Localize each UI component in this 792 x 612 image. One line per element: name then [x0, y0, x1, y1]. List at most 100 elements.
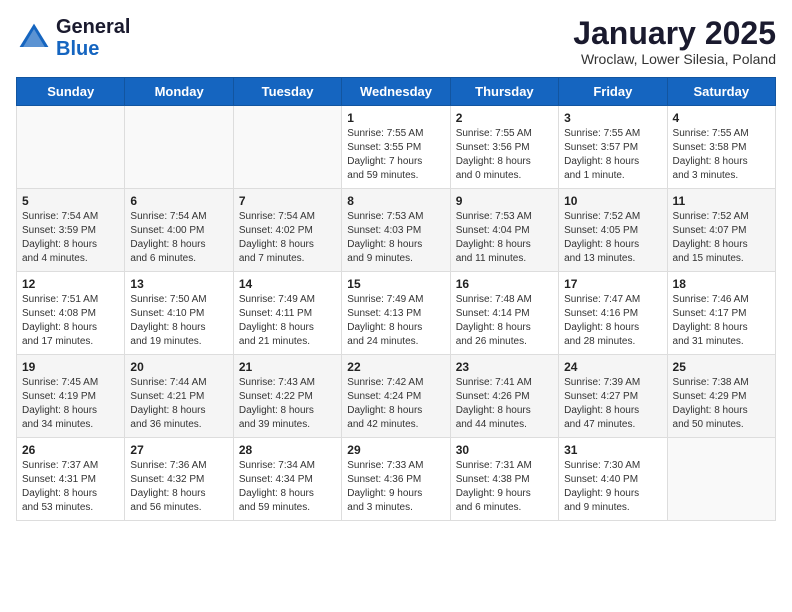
day-info: Sunrise: 7:55 AMSunset: 3:55 PMDaylight:… [347, 127, 444, 183]
calendar-cell: 20 Sunrise: 7:44 AMSunset: 4:21 PMDayligh… [125, 355, 233, 438]
weekday-header-tuesday: Tuesday [233, 78, 341, 106]
calendar-cell: 10 Sunrise: 7:52 AMSunset: 4:05 PMDayligh… [559, 189, 667, 272]
calendar-cell: 7 Sunrise: 7:54 AMSunset: 4:02 PMDaylight… [233, 189, 341, 272]
day-info: Sunrise: 7:55 AMSunset: 3:56 PMDaylight:… [456, 127, 553, 183]
day-number: 25 [673, 360, 770, 374]
calendar-cell: 6Sunrise: 7:54 AMSunset: 4:00 PMDaylight… [125, 189, 233, 272]
calendar-cell: 18 Sunrise: 7:46 AMSunset: 4:17 PMDayligh… [667, 272, 775, 355]
calendar-cell: 23Sunrise: 7:41 AMSunset: 4:26 PMDayligh… [450, 355, 558, 438]
day-info: Sunrise: 7:55 AMSunset: 3:58 PMDaylight:… [673, 127, 770, 183]
calendar-cell: 2 Sunrise: 7:55 AMSunset: 3:56 PMDaylight… [450, 106, 558, 189]
day-info: Sunrise: 7:44 AMSunset: 4:21 PMDaylight:… [130, 376, 227, 432]
day-info: Sunrise: 7:51 AMSunset: 4:08 PMDaylight:… [22, 293, 119, 349]
calendar-cell: 8 Sunrise: 7:53 AMSunset: 4:03 PMDaylight… [342, 189, 450, 272]
calendar-cell: 14 Sunrise: 7:49 AMSunset: 4:11 PMDayligh… [233, 272, 341, 355]
day-number: 20 [130, 360, 227, 374]
calendar-cell: 24Sunrise: 7:39 AMSunset: 4:27 PMDayligh… [559, 355, 667, 438]
calendar-cell [667, 438, 775, 521]
calendar-week-2: 5 Sunrise: 7:54 AMSunset: 3:59 PMDaylight… [17, 189, 776, 272]
day-number: 2 [456, 111, 553, 125]
page-header: General Blue January 2025 Wroclaw, Lower… [16, 16, 776, 67]
day-info: Sunrise: 7:53 AMSunset: 4:03 PMDaylight:… [347, 210, 444, 266]
day-number: 22 [347, 360, 444, 374]
day-info: Sunrise: 7:30 AMSunset: 4:40 PMDaylight:… [564, 459, 661, 515]
calendar-cell: 1Sunrise: 7:55 AMSunset: 3:55 PMDaylight… [342, 106, 450, 189]
day-number: 6 [130, 194, 227, 208]
calendar-cell: 22 Sunrise: 7:42 AMSunset: 4:24 PMDayligh… [342, 355, 450, 438]
calendar-cell: 27 Sunrise: 7:36 AMSunset: 4:32 PMDayligh… [125, 438, 233, 521]
day-number: 11 [673, 194, 770, 208]
day-info: Sunrise: 7:31 AMSunset: 4:38 PMDaylight:… [456, 459, 553, 515]
day-number: 28 [239, 443, 336, 457]
day-number: 3 [564, 111, 661, 125]
calendar-cell [125, 106, 233, 189]
day-number: 24 [564, 360, 661, 374]
calendar-week-4: 19 Sunrise: 7:45 AMSunset: 4:19 PMDayligh… [17, 355, 776, 438]
calendar-cell [17, 106, 125, 189]
day-info: Sunrise: 7:55 AMSunset: 3:57 PMDaylight:… [564, 127, 661, 183]
calendar-cell: 30Sunrise: 7:31 AMSunset: 4:38 PMDayligh… [450, 438, 558, 521]
day-number: 18 [673, 277, 770, 291]
calendar-week-3: 12 Sunrise: 7:51 AMSunset: 4:08 PMDayligh… [17, 272, 776, 355]
day-info: Sunrise: 7:52 AMSunset: 4:05 PMDaylight:… [564, 210, 661, 266]
calendar-cell: 13 Sunrise: 7:50 AMSunset: 4:10 PMDayligh… [125, 272, 233, 355]
calendar-week-1: 1Sunrise: 7:55 AMSunset: 3:55 PMDaylight… [17, 106, 776, 189]
calendar-cell [233, 106, 341, 189]
day-info: Sunrise: 7:45 AMSunset: 4:19 PMDaylight:… [22, 376, 119, 432]
month-title: January 2025 [573, 16, 776, 51]
day-info: Sunrise: 7:42 AMSunset: 4:24 PMDaylight:… [347, 376, 444, 432]
day-number: 7 [239, 194, 336, 208]
day-info: Sunrise: 7:43 AMSunset: 4:22 PMDaylight:… [239, 376, 336, 432]
day-info: Sunrise: 7:50 AMSunset: 4:10 PMDaylight:… [130, 293, 227, 349]
day-info: Sunrise: 7:48 AMSunset: 4:14 PMDaylight:… [456, 293, 553, 349]
weekday-header-saturday: Saturday [667, 78, 775, 106]
day-number: 13 [130, 277, 227, 291]
day-info: Sunrise: 7:54 AMSunset: 3:59 PMDaylight:… [22, 210, 119, 266]
day-info: Sunrise: 7:34 AMSunset: 4:34 PMDaylight:… [239, 459, 336, 515]
day-number: 16 [456, 277, 553, 291]
day-number: 26 [22, 443, 119, 457]
logo: General Blue [16, 16, 130, 60]
calendar-cell: 16 Sunrise: 7:48 AMSunset: 4:14 PMDayligh… [450, 272, 558, 355]
calendar-cell: 21 Sunrise: 7:43 AMSunset: 4:22 PMDayligh… [233, 355, 341, 438]
day-number: 14 [239, 277, 336, 291]
day-info: Sunrise: 7:49 AMSunset: 4:13 PMDaylight:… [347, 293, 444, 349]
calendar-cell: 31 Sunrise: 7:30 AMSunset: 4:40 PMDayligh… [559, 438, 667, 521]
calendar-cell: 29Sunrise: 7:33 AMSunset: 4:36 PMDayligh… [342, 438, 450, 521]
day-number: 5 [22, 194, 119, 208]
calendar-cell: 4 Sunrise: 7:55 AMSunset: 3:58 PMDaylight… [667, 106, 775, 189]
day-info: Sunrise: 7:49 AMSunset: 4:11 PMDaylight:… [239, 293, 336, 349]
day-number: 29 [347, 443, 444, 457]
calendar-cell: 5 Sunrise: 7:54 AMSunset: 3:59 PMDaylight… [17, 189, 125, 272]
day-number: 19 [22, 360, 119, 374]
calendar-cell: 26Sunrise: 7:37 AMSunset: 4:31 PMDayligh… [17, 438, 125, 521]
day-info: Sunrise: 7:36 AMSunset: 4:32 PMDaylight:… [130, 459, 227, 515]
day-number: 27 [130, 443, 227, 457]
logo-text: General Blue [56, 16, 130, 60]
day-info: Sunrise: 7:47 AMSunset: 4:16 PMDaylight:… [564, 293, 661, 349]
calendar-cell: 9Sunrise: 7:53 AMSunset: 4:04 PMDaylight… [450, 189, 558, 272]
weekday-header-friday: Friday [559, 78, 667, 106]
calendar-cell: 12 Sunrise: 7:51 AMSunset: 4:08 PMDayligh… [17, 272, 125, 355]
calendar-header-row: SundayMondayTuesdayWednesdayThursdayFrid… [17, 78, 776, 106]
day-info: Sunrise: 7:46 AMSunset: 4:17 PMDaylight:… [673, 293, 770, 349]
weekday-header-thursday: Thursday [450, 78, 558, 106]
day-info: Sunrise: 7:53 AMSunset: 4:04 PMDaylight:… [456, 210, 553, 266]
day-number: 23 [456, 360, 553, 374]
day-number: 31 [564, 443, 661, 457]
title-block: January 2025 Wroclaw, Lower Silesia, Pol… [573, 16, 776, 67]
calendar-cell: 15 Sunrise: 7:49 AMSunset: 4:13 PMDayligh… [342, 272, 450, 355]
day-number: 17 [564, 277, 661, 291]
day-number: 8 [347, 194, 444, 208]
day-number: 15 [347, 277, 444, 291]
day-info: Sunrise: 7:54 AMSunset: 4:02 PMDaylight:… [239, 210, 336, 266]
calendar-table: SundayMondayTuesdayWednesdayThursdayFrid… [16, 77, 776, 521]
day-info: Sunrise: 7:52 AMSunset: 4:07 PMDaylight:… [673, 210, 770, 266]
day-number: 21 [239, 360, 336, 374]
weekday-header-monday: Monday [125, 78, 233, 106]
day-info: Sunrise: 7:38 AMSunset: 4:29 PMDaylight:… [673, 376, 770, 432]
day-number: 4 [673, 111, 770, 125]
calendar-cell: 19 Sunrise: 7:45 AMSunset: 4:19 PMDayligh… [17, 355, 125, 438]
day-number: 12 [22, 277, 119, 291]
day-number: 10 [564, 194, 661, 208]
